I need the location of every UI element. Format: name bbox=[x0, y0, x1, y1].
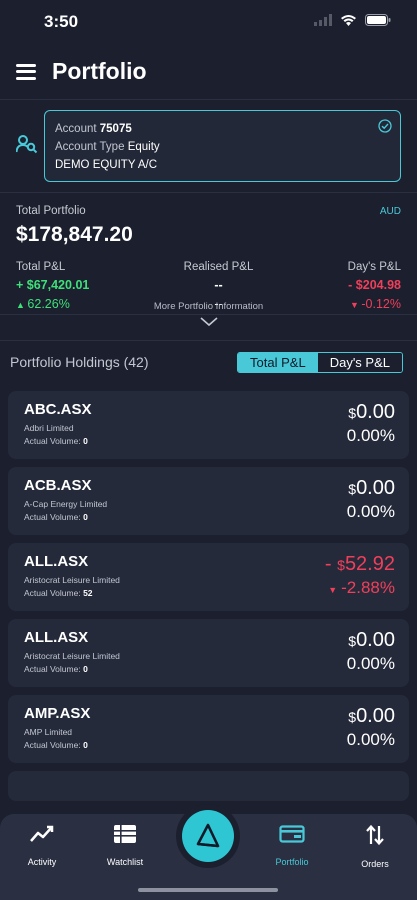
list-icon bbox=[113, 824, 137, 849]
signal-icon bbox=[314, 13, 332, 31]
holding-currency: $ bbox=[348, 405, 357, 421]
account-search-icon[interactable] bbox=[15, 134, 44, 159]
holding-symbol: ALL.ASX bbox=[24, 553, 89, 570]
holding-volume: 0 bbox=[83, 512, 88, 522]
status-bar: 3:50 bbox=[0, 0, 417, 44]
total-pnl-label: Total P&L bbox=[16, 261, 66, 273]
volume-label: Actual Volume: bbox=[24, 664, 81, 674]
account-type-label: Account Type bbox=[55, 141, 125, 153]
total-portfolio-value: $178,847.20 bbox=[16, 223, 133, 246]
total-portfolio-label: Total Portfolio bbox=[16, 205, 86, 217]
bottom-tab-bar: Activity Watchlist Portfolio Orders bbox=[0, 804, 417, 900]
chevron-down-icon bbox=[0, 314, 417, 332]
holding-pct: 0.00% bbox=[346, 426, 395, 445]
holding-card[interactable]: AMP.ASX AMP Limited Actual Volume: 0 $0.… bbox=[8, 695, 409, 763]
volume-label: Actual Volume: bbox=[24, 740, 81, 750]
activity-chart-icon bbox=[29, 824, 55, 849]
holding-pct: 0.00% bbox=[346, 730, 395, 749]
holding-currency: $ bbox=[348, 709, 357, 725]
toggle-days-pnl[interactable]: Day's P&L bbox=[317, 352, 402, 372]
wifi-icon bbox=[340, 13, 357, 31]
holding-card[interactable]: ALL.ASX Aristocrat Leisure Limited Actua… bbox=[8, 543, 409, 611]
account-name: DEMO EQUITY A/C bbox=[55, 159, 158, 171]
more-info-toggle[interactable]: More Portfolio Information bbox=[0, 301, 417, 332]
realised-pnl-value: -- bbox=[214, 278, 223, 292]
account-type-value: Equity bbox=[127, 141, 160, 153]
holdings-header: Portfolio Holdings (42) Total P&L Day's … bbox=[0, 341, 417, 383]
holding-symbol: ALL.ASX bbox=[24, 629, 89, 646]
tab-orders[interactable]: Orders bbox=[343, 824, 407, 869]
app-header: Portfolio bbox=[0, 44, 417, 100]
holding-amount: 0.00 bbox=[356, 629, 395, 651]
holding-amount: 52.92 bbox=[344, 553, 395, 575]
holding-card[interactable]: ALL.ASX Aristocrat Leisure Limited Actua… bbox=[8, 619, 409, 687]
holding-card[interactable] bbox=[8, 771, 409, 801]
tab-activity-label: Activity bbox=[27, 857, 57, 867]
tab-activity[interactable]: Activity bbox=[10, 824, 74, 867]
plus-icon: + bbox=[16, 278, 27, 292]
portfolio-wallet-icon bbox=[279, 824, 305, 849]
volume-label: Actual Volume: bbox=[24, 588, 81, 598]
holding-pct: -2.88% bbox=[341, 578, 395, 597]
sort-arrows-icon bbox=[364, 824, 386, 851]
holding-symbol: ACB.ASX bbox=[24, 477, 92, 494]
account-selector-row: Account 75075 Account Type Equity DEMO E… bbox=[0, 100, 417, 193]
holding-name: Aristocrat Leisure Limited bbox=[24, 651, 120, 661]
page-title: Portfolio bbox=[52, 58, 147, 84]
holdings-title: Portfolio Holdings (42) bbox=[10, 354, 149, 370]
triangle-down-icon: ▼ bbox=[328, 585, 338, 595]
more-info-label: More Portfolio Information bbox=[153, 301, 264, 312]
status-time: 3:50 bbox=[44, 12, 79, 31]
tab-portfolio[interactable]: Portfolio bbox=[260, 824, 324, 867]
tab-orders-label: Orders bbox=[361, 859, 389, 869]
menu-icon[interactable] bbox=[16, 63, 36, 80]
volume-label: Actual Volume: bbox=[24, 512, 81, 522]
total-pnl-value: $67,420.01 bbox=[26, 278, 90, 292]
account-number: 75075 bbox=[99, 123, 132, 135]
pnl-toggle: Total P&L Day's P&L bbox=[237, 351, 403, 373]
volume-label: Actual Volume: bbox=[24, 436, 81, 446]
holding-card[interactable]: ABC.ASX Adbri Limited Actual Volume: 0 $… bbox=[8, 391, 409, 459]
tab-watchlist-label: Watchlist bbox=[106, 857, 144, 867]
portfolio-summary: Total Portfolio AUD $178,847.20 Total P&… bbox=[0, 193, 417, 341]
brand-logo-icon bbox=[182, 810, 234, 862]
holding-currency: $ bbox=[337, 557, 345, 573]
holding-pct: 0.00% bbox=[346, 502, 395, 521]
holding-currency: $ bbox=[348, 481, 357, 497]
days-pnl-value: - $204.98 bbox=[348, 278, 401, 292]
holdings-list: ABC.ASX Adbri Limited Actual Volume: 0 $… bbox=[0, 391, 417, 801]
holding-amount: 0.00 bbox=[356, 705, 395, 727]
home-indicator[interactable] bbox=[138, 888, 278, 892]
currency-selector[interactable]: AUD bbox=[380, 206, 401, 217]
tab-portfolio-label: Portfolio bbox=[275, 857, 309, 867]
holding-name: Aristocrat Leisure Limited bbox=[24, 575, 120, 585]
holding-currency: $ bbox=[348, 633, 357, 649]
holding-amount: 0.00 bbox=[356, 401, 395, 423]
holding-name: AMP Limited bbox=[24, 727, 73, 737]
holding-name: A-Cap Energy Limited bbox=[24, 499, 108, 509]
holding-amount: 0.00 bbox=[356, 477, 395, 499]
battery-icon bbox=[365, 13, 391, 31]
tab-watchlist[interactable]: Watchlist bbox=[93, 824, 157, 867]
toggle-total-pnl[interactable]: Total P&L bbox=[238, 352, 318, 372]
account-label: Account bbox=[55, 123, 97, 135]
holding-volume: 52 bbox=[83, 588, 93, 598]
holding-prefix: - bbox=[324, 553, 338, 575]
status-icons bbox=[314, 13, 391, 31]
holding-volume: 0 bbox=[83, 436, 88, 446]
holding-symbol: ABC.ASX bbox=[24, 401, 92, 418]
holding-card[interactable]: ACB.ASX A-Cap Energy Limited Actual Volu… bbox=[8, 467, 409, 535]
realised-pnl-label: Realised P&L bbox=[183, 261, 254, 273]
holding-symbol: AMP.ASX bbox=[24, 705, 91, 722]
holding-pct: 0.00% bbox=[346, 654, 395, 673]
check-circle-icon bbox=[378, 119, 392, 138]
holding-volume: 0 bbox=[83, 740, 88, 750]
days-pnl-label: Day's P&L bbox=[347, 261, 401, 273]
holding-name: Adbri Limited bbox=[24, 423, 74, 433]
holding-volume: 0 bbox=[83, 664, 88, 674]
account-card[interactable]: Account 75075 Account Type Equity DEMO E… bbox=[44, 110, 401, 182]
center-action-button[interactable] bbox=[176, 804, 240, 868]
